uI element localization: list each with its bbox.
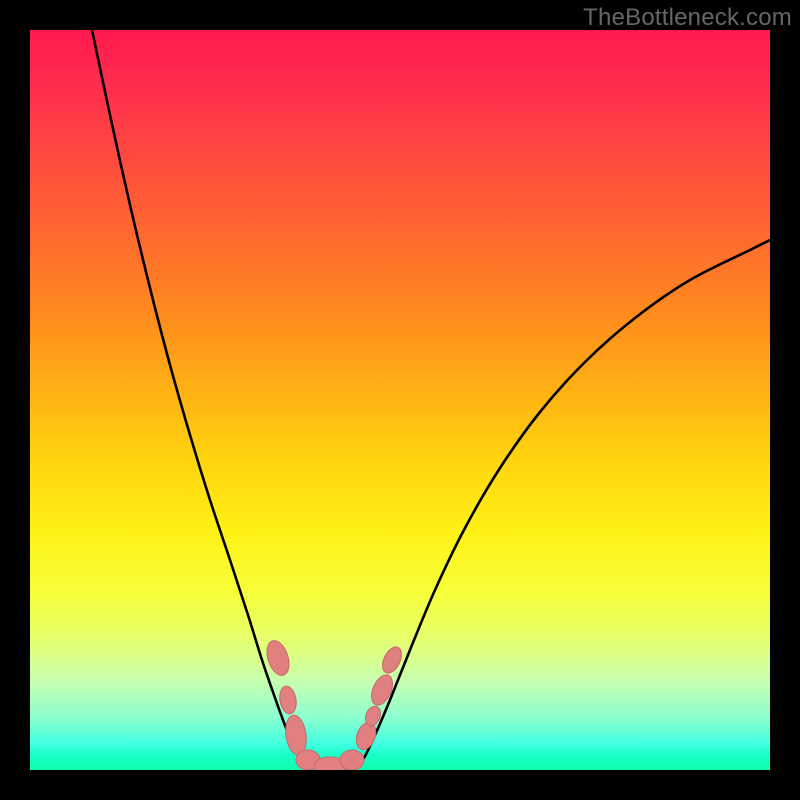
curve-marker: [263, 638, 293, 678]
watermark-text: TheBottleneck.com: [583, 4, 792, 32]
plot-area: [30, 30, 770, 770]
curve-marker: [367, 672, 396, 709]
curve-marker: [340, 750, 364, 770]
frame: TheBottleneck.com: [0, 0, 800, 800]
bottleneck-curve: [30, 30, 770, 770]
curve-path: [92, 30, 770, 769]
curve-markers: [263, 638, 405, 770]
